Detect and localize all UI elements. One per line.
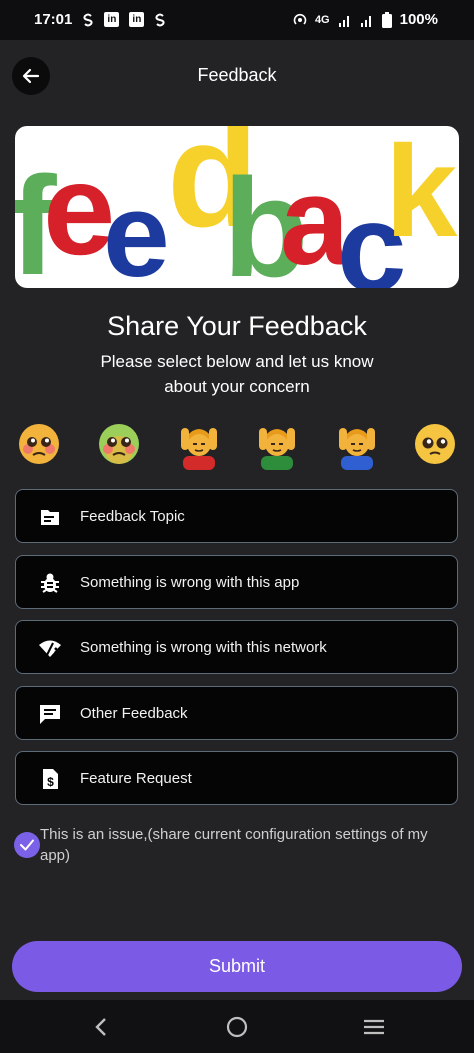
option-label: Something is wrong with this app <box>80 573 300 591</box>
nav-home-button[interactable] <box>224 1014 250 1040</box>
option-label: Something is wrong with this network <box>80 638 327 656</box>
topic-icon <box>38 505 62 529</box>
home-circle-icon <box>226 1016 248 1038</box>
chevron-left-icon <box>95 1018 106 1036</box>
option-label: Feedback Topic <box>80 507 185 525</box>
system-nav-bar <box>0 1000 474 1053</box>
nav-recents-button[interactable] <box>361 1014 387 1040</box>
bug-icon <box>38 571 62 595</box>
feedback-banner-image: f e e d b a c k <box>15 126 459 288</box>
person-face-palm-icon[interactable] <box>177 422 221 470</box>
signal-icon <box>360 13 374 27</box>
battery-icon <box>381 11 392 28</box>
banner-letter-k: k <box>385 126 458 264</box>
option-feedback-topic[interactable]: Feedback Topic <box>15 489 458 543</box>
status-time: 17:01 <box>34 11 73 28</box>
s-icon <box>82 13 94 27</box>
page-title: Feedback <box>197 65 277 85</box>
option-app-issue[interactable]: Something is wrong with this app <box>15 555 458 609</box>
option-network-issue[interactable]: Something is wrong with this network <box>15 620 458 674</box>
banner-letter-e2: e <box>103 168 170 288</box>
wifi-off-icon <box>38 636 62 660</box>
hotspot-icon <box>293 13 307 27</box>
option-label: Other Feedback <box>80 704 188 722</box>
menu-icon <box>364 1019 384 1035</box>
status-bar: 17:01 in in 4G 100% <box>0 0 474 40</box>
s-icon <box>154 13 166 27</box>
emoji-rating-row <box>17 422 459 474</box>
nav-back-button[interactable] <box>88 1014 114 1040</box>
person-face-palm-icon[interactable] <box>335 422 379 470</box>
pleading-face-icon[interactable] <box>97 422 141 470</box>
section-subtitle: Please select below and let us know abou… <box>100 352 374 396</box>
linkedin-icon: in <box>129 12 145 27</box>
pleading-face-icon[interactable] <box>17 422 61 470</box>
app-header: Feedback <box>0 40 474 114</box>
request-icon: $ <box>38 767 62 791</box>
issue-checkbox[interactable] <box>14 832 40 858</box>
option-other-feedback[interactable]: Other Feedback <box>15 686 458 740</box>
pleading-face-icon[interactable] <box>413 422 457 470</box>
section-title: Share Your Feedback <box>107 311 367 341</box>
svg-text:$: $ <box>47 775 54 789</box>
submit-button[interactable]: Submit <box>12 941 462 992</box>
person-face-palm-icon[interactable] <box>255 422 299 470</box>
battery-level: 100% <box>399 11 438 28</box>
option-feature-request[interactable]: $ Feature Request <box>15 751 458 805</box>
signal-icon <box>338 13 352 27</box>
network-type: 4G <box>314 13 330 26</box>
issue-checkbox-label: This is an issue,(share current configur… <box>40 826 428 864</box>
check-icon <box>20 839 34 851</box>
message-icon <box>38 702 62 726</box>
option-label: Feature Request <box>80 769 192 787</box>
linkedin-icon: in <box>104 12 120 27</box>
